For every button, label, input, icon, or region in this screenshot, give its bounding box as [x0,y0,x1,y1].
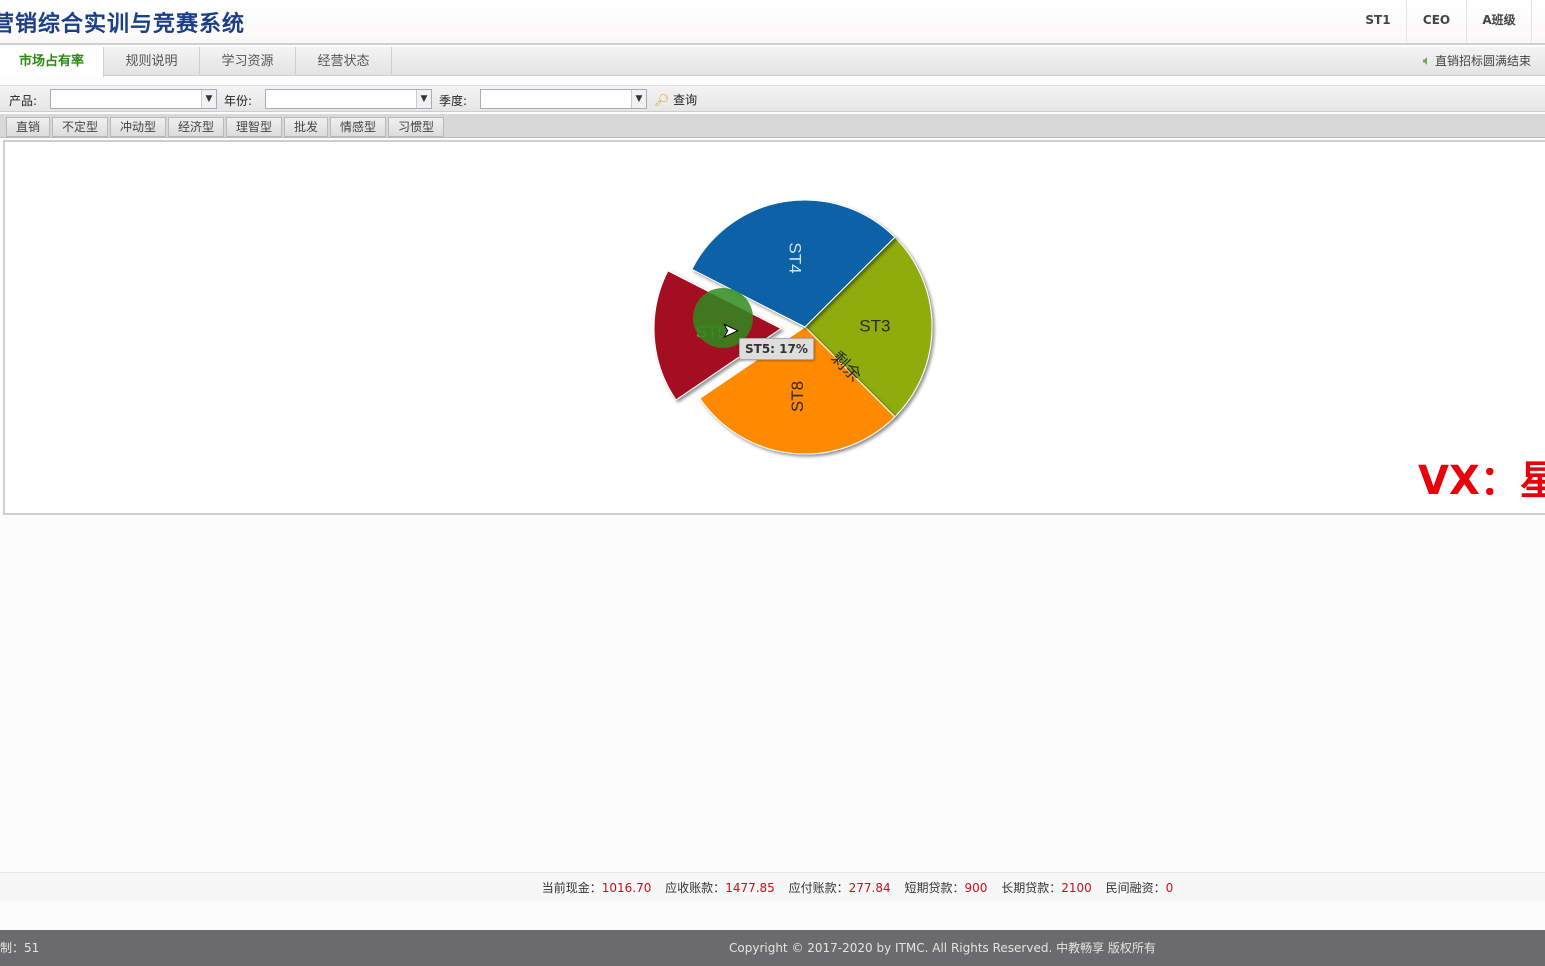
long-loan-label: 长期贷款： [1001,881,1062,895]
cash-value: 1016.70 [601,881,652,895]
pie-label-2: ST8 [788,381,807,412]
pie-label-0: ST3 [859,316,890,335]
footer-left: 限制：51 [0,941,40,955]
receivable-value: 1477.85 [725,881,775,895]
short-loan-label: 短期贷款： [904,881,965,895]
receivable-label: 应收账款： [665,881,726,895]
long-loan-value: 2100 [1061,881,1092,895]
footer: 限制：51 Copyright © 2017-2020 by ITMC. All… [0,930,1545,966]
cash-label: 当前现金： [541,881,602,895]
pie-chart: ST3剩余ST8ST5ST4 ➤ [653,199,933,455]
pie-label-4: ST4 [786,242,805,273]
short-loan-value: 900 [964,881,988,895]
chart-tooltip: ST5: 17% [739,338,814,360]
watermark: VX：星 [1418,458,1545,504]
payable-label: 应付账款： [788,881,849,895]
private-financing-label: 民间融资： [1105,881,1166,895]
copyright: Copyright © 2017-2020 by ITMC. All Right… [729,941,1156,955]
payable-value: 277.84 [848,881,891,895]
cursor-icon: ➤ [722,318,739,342]
private-financing-value: 0 [1165,881,1174,895]
finance-status-bar: 当前现金：1016.70 应收账款：1477.85 应付账款：277.84 短期… [0,872,1545,902]
